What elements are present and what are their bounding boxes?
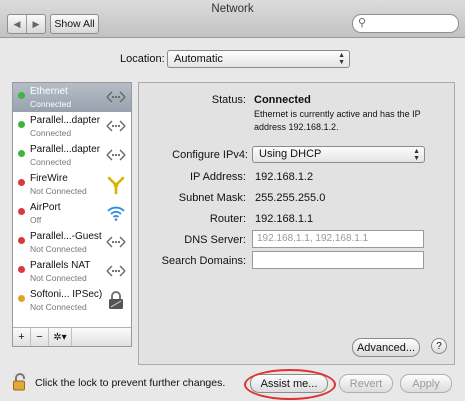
service-state: Connected [30, 99, 72, 109]
service-item[interactable]: Parallel...-Guest Not Connected [13, 228, 131, 257]
gear-icon[interactable]: ✲▾ [49, 328, 72, 346]
ethernet-icon [105, 86, 127, 108]
service-state: Connected [30, 128, 72, 138]
dns-server-placeholder: 192.168.1.1, 192.168.1.1 [257, 233, 369, 244]
configure-ipv4-select[interactable]: Using DHCP ▲ ▼ [252, 146, 425, 163]
service-list-controls: + − ✲▾ [13, 327, 131, 346]
status-dot-icon [18, 121, 25, 128]
service-state: Not Connected [30, 244, 87, 254]
updown-arrows-icon: ▲ ▼ [338, 52, 345, 66]
dns-server-field[interactable]: 192.168.1.1, 192.168.1.1 [252, 230, 424, 248]
ip-address-label: IP Address: [189, 171, 246, 183]
lock-message: Click the lock to prevent further change… [35, 377, 226, 389]
service-state: Off [30, 215, 42, 225]
search-domains-label: Search Domains: [161, 255, 246, 267]
service-item[interactable]: Softoni... IPSec) Not Connected [13, 286, 131, 315]
service-item[interactable]: Parallel...dapter Connected [13, 141, 131, 170]
service-item[interactable]: Parallel...dapter Connected [13, 112, 131, 141]
router-value: 192.168.1.1 [255, 213, 314, 225]
status-dot-icon [18, 237, 25, 244]
service-name: FireWire [30, 173, 68, 184]
service-name: Parallels NAT [30, 260, 91, 271]
search-field[interactable]: ⚲ [352, 14, 459, 33]
location-value: Automatic [174, 53, 223, 65]
status-dot-icon [18, 150, 25, 157]
service-item[interactable]: Ethernet Connected [13, 83, 131, 112]
service-state: Connected [30, 157, 72, 167]
service-name: AirPort [30, 202, 61, 213]
service-state: Not Connected [30, 302, 87, 312]
apply-button[interactable]: Apply [400, 374, 452, 393]
status-dot-icon [18, 92, 25, 99]
show-all-button[interactable]: Show All [50, 14, 99, 34]
search-icon: ⚲ [358, 17, 367, 29]
search-domains-input[interactable] [253, 252, 423, 268]
service-state: Not Connected [30, 273, 87, 283]
dns-server-label: DNS Server: [184, 234, 246, 246]
service-state: Not Connected [30, 186, 87, 196]
status-label: Status: [211, 94, 246, 106]
service-list[interactable]: Ethernet Connected Parallel...dapter Connec… [12, 82, 132, 347]
status-description: Ethernet is currently active and has the… [254, 109, 421, 132]
search-domains-field[interactable] [252, 251, 424, 269]
back-icon[interactable]: ◀ [8, 15, 26, 33]
ethernet-icon [105, 231, 127, 253]
status-dot-icon [18, 266, 25, 273]
add-service-button[interactable]: + [13, 328, 31, 346]
location-select[interactable]: Automatic ▲ ▼ [167, 50, 350, 68]
service-name: Ethernet [30, 86, 68, 97]
firewire-icon [105, 173, 127, 195]
search-input[interactable] [371, 16, 445, 32]
configure-ipv4-label: Configure IPv4: [172, 149, 248, 161]
configure-ipv4-value: Using DHCP [259, 148, 322, 160]
window-titlebar: Network ◀ ▶ Show All ⚲ [0, 0, 465, 38]
annotation-circle [244, 369, 336, 400]
location-label: Location: [120, 53, 165, 65]
service-item[interactable]: Parallels NAT Not Connected [13, 257, 131, 286]
router-label: Router: [209, 213, 246, 225]
status-dot-icon [18, 208, 25, 215]
status-value: Connected [254, 94, 311, 106]
ethernet-icon [105, 144, 127, 166]
status-dot-icon [18, 295, 25, 302]
ethernet-icon [105, 260, 127, 282]
updown-arrows-icon: ▲ ▼ [413, 148, 420, 162]
service-name: Parallel...dapter [30, 144, 101, 155]
wifi-icon [105, 202, 127, 224]
forward-icon[interactable]: ▶ [26, 15, 45, 33]
service-name: Softoni... IPSec) [30, 289, 103, 300]
vpn-lock-icon [105, 289, 127, 311]
revert-button[interactable]: Revert [339, 374, 393, 393]
remove-service-button[interactable]: − [31, 328, 49, 346]
subnet-mask-value: 255.255.255.0 [255, 192, 326, 204]
advanced-button[interactable]: Advanced... [352, 338, 420, 357]
lock-icon[interactable] [12, 373, 28, 391]
help-button[interactable]: ? [431, 338, 447, 354]
ethernet-icon [105, 115, 127, 137]
service-item[interactable]: AirPort Off [13, 199, 131, 228]
service-name: Parallel...-Guest [30, 231, 102, 242]
status-dot-icon [18, 179, 25, 186]
subnet-mask-label: Subnet Mask: [178, 192, 246, 204]
back-forward-control[interactable]: ◀ ▶ [7, 14, 46, 34]
service-item[interactable]: FireWire Not Connected [13, 170, 131, 199]
service-name: Parallel...dapter [30, 115, 101, 126]
ip-address-value: 192.168.1.2 [255, 171, 314, 183]
